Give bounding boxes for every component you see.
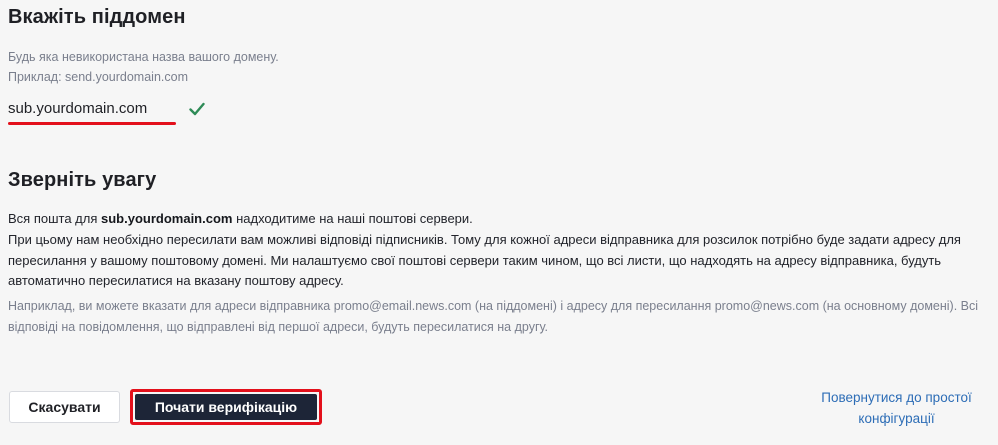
check-icon xyxy=(189,102,205,116)
back-to-simple-config-link[interactable]: Повернутися до простої конфігурації xyxy=(809,387,984,429)
subdomain-hint: Будь яка невикористана назва вашого доме… xyxy=(8,50,279,64)
notice-domain-name: sub.yourdomain.com xyxy=(101,211,233,226)
subdomain-section-title: Вкажіть піддомен xyxy=(8,6,186,28)
notice-section-title: Зверніть увагу xyxy=(8,169,157,191)
subdomain-value[interactable]: sub.yourdomain.com xyxy=(8,100,147,117)
notice-forwarding-paragraph: При цьому нам необхідно пересилати вам м… xyxy=(8,232,961,288)
notice-line1-prefix: Вся пошта для xyxy=(8,211,101,226)
notice-example-text: Наприклад, ви можете вказати для адреси … xyxy=(8,299,979,334)
subdomain-field[interactable]: sub.yourdomain.com xyxy=(8,98,176,126)
start-verification-button[interactable]: Почати верифікацію xyxy=(135,394,317,420)
notice-line1-suffix: надходитиме на наші поштові сервери. xyxy=(232,211,473,226)
notice-mail-routing-text: Вся пошта для sub.yourdomain.com надходи… xyxy=(8,209,983,230)
verify-button-highlight: Почати верифікацію xyxy=(130,389,322,425)
cancel-button[interactable]: Скасувати xyxy=(9,391,120,423)
subdomain-underline-highlight xyxy=(8,122,176,125)
subdomain-example-hint: Приклад: send.yourdomain.com xyxy=(8,70,188,84)
